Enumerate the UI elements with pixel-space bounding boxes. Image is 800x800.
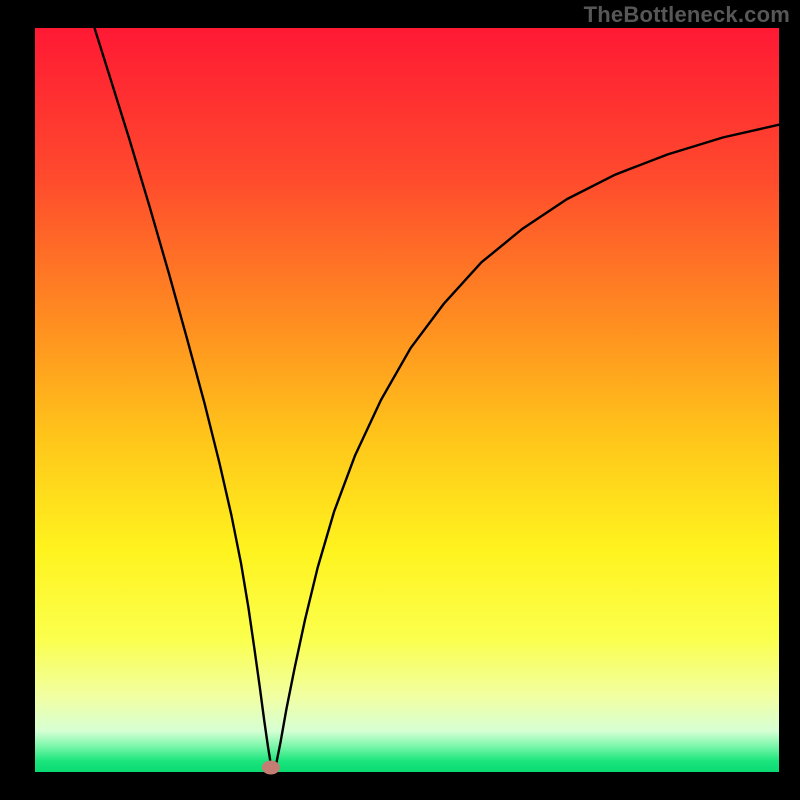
chart-frame: TheBottleneck.com	[0, 0, 800, 800]
watermark-text: TheBottleneck.com	[584, 2, 790, 28]
optimum-marker	[262, 761, 280, 775]
plot-background	[35, 28, 779, 772]
bottleneck-chart	[0, 0, 800, 800]
